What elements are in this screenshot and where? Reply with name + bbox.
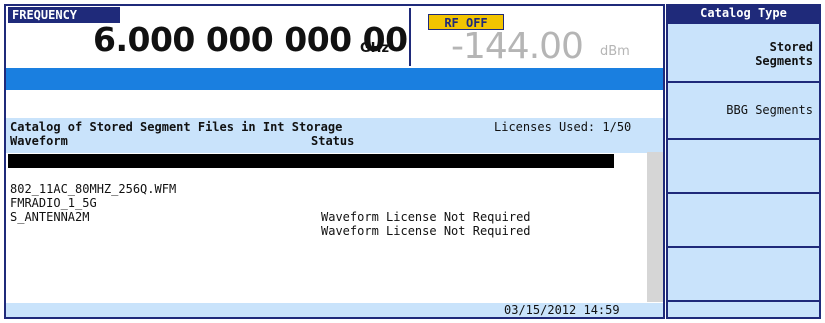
softkey-label: Stored — [769, 40, 813, 54]
catalog-footer: 03/15/2012 14:59 — [6, 303, 663, 317]
signal-generator-screen: FREQUENCY 6.000 000 000 00 GHz RF OFF -1… — [0, 0, 825, 323]
softkey-5[interactable] — [668, 248, 819, 300]
softkey-menu-title: Catalog Type — [700, 6, 787, 20]
list-item[interactable]: 802_11AC_80MHZ_256Q.WFM — [8, 168, 614, 196]
catalog-title: Catalog of Stored Segment Files in Int S… — [10, 120, 343, 134]
softkey-bbg-segments[interactable]: BBG Segments — [668, 83, 819, 138]
status-message-bar — [6, 68, 663, 90]
status-divider — [409, 8, 411, 66]
timestamp: 03/15/2012 14:59 — [504, 303, 620, 317]
softkey-label: Segments — [755, 54, 813, 68]
list-item[interactable]: 802_11AC_160MHZ_256Q.WFM — [8, 154, 614, 182]
file-status: Waveform License Not Required — [321, 224, 531, 238]
file-status: Waveform License Not Required — [321, 210, 531, 224]
amplitude-unit: dBm — [600, 44, 630, 59]
file-name: S_ANTENNA2M — [10, 210, 90, 224]
softkey-panel: Catalog Type Stored Segments BBG Segment… — [666, 4, 821, 319]
main-display: FREQUENCY 6.000 000 000 00 GHz RF OFF -1… — [4, 4, 665, 319]
softkey-stored-segments[interactable]: Stored Segments — [668, 24, 819, 81]
softkey-label: BBG Segments — [726, 103, 813, 117]
amplitude-value: -144.00 — [451, 26, 584, 67]
list-scrollbar[interactable] — [647, 152, 663, 302]
softkey-3[interactable] — [668, 140, 819, 192]
list-item[interactable]: FMRADIO_1_5G Waveform License Not Requir… — [8, 182, 614, 224]
frequency-unit: GHz — [360, 41, 390, 56]
list-item[interactable]: S_ANTENNA2M Waveform License Not Require… — [8, 196, 614, 238]
licenses-used: Licenses Used: 1/50 — [494, 120, 632, 134]
softkey-6[interactable] — [668, 302, 819, 317]
catalog-header: Catalog of Stored Segment Files in Int S… — [6, 118, 663, 153]
column-header-waveform: Waveform — [10, 134, 68, 148]
softkey-4[interactable] — [668, 194, 819, 246]
column-header-status: Status — [311, 134, 355, 148]
waveform-file-list[interactable]: 802_11AC_160MHZ_256Q.WFM 802_11AC_80MHZ_… — [6, 152, 646, 302]
